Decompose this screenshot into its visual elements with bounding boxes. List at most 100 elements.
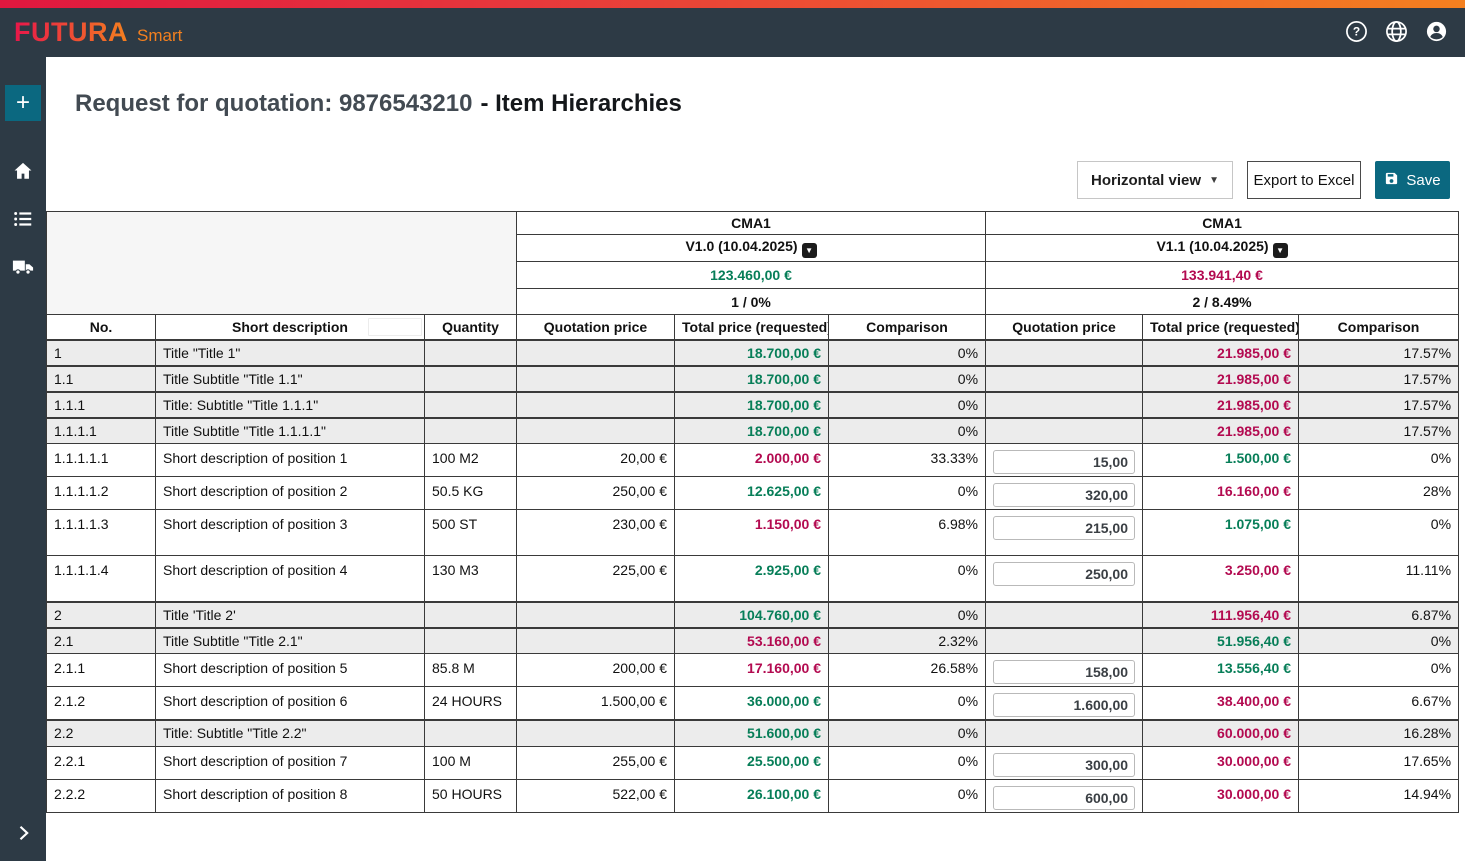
cell-quantity: 50.5 KG bbox=[425, 477, 517, 510]
short-description-filter-input[interactable] bbox=[368, 318, 422, 336]
supplier-2-version-cell: V1.1 (10.04.2025)▼ bbox=[986, 235, 1459, 262]
cell-no: 2.1.1 bbox=[47, 654, 156, 687]
help-button[interactable]: ? bbox=[1343, 20, 1369, 46]
cell-total-price-v2: 30.000,00 € bbox=[1143, 746, 1299, 779]
sidebar-expand-button[interactable] bbox=[0, 817, 46, 851]
cell-short-description: Short description of position 1 bbox=[156, 444, 425, 477]
table-header-spacer bbox=[47, 212, 517, 315]
cell-comparison-v1: 0% bbox=[829, 477, 986, 510]
position-row: 2.2.2Short description of position 850 H… bbox=[47, 779, 1459, 812]
quotation-price-input[interactable] bbox=[993, 562, 1135, 586]
cell-total-price-v2: 51.956,40 € bbox=[1143, 628, 1299, 654]
quotation-comparison-table: CMA1 CMA1 V1.0 (10.04.2025) ▼ V1.1 (10.04… bbox=[46, 211, 1459, 813]
cell-no: 1.1.1.1.4 bbox=[47, 556, 156, 602]
chevron-right-icon bbox=[13, 823, 33, 846]
col-header-total-price-v2: Total price (requested) bbox=[1143, 315, 1299, 340]
cell-comparison-v1: 33.33% bbox=[829, 444, 986, 477]
create-new-button[interactable]: + bbox=[5, 85, 41, 121]
main-content: Request for quotation: 9876543210- Item … bbox=[46, 57, 1465, 861]
account-button[interactable] bbox=[1423, 20, 1449, 46]
col-header-quotation-price-v1: Quotation price bbox=[517, 315, 675, 340]
col-header-quotation-price-v2: Quotation price bbox=[986, 315, 1143, 340]
cell-total-price-v2: 38.400,00 € bbox=[1143, 687, 1299, 721]
cell-no: 1.1.1.1 bbox=[47, 418, 156, 444]
page-title: Request for quotation: 9876543210- Item … bbox=[75, 90, 1465, 118]
export-to-excel-button[interactable]: Export to Excel bbox=[1247, 161, 1361, 199]
cell-quotation-price-v1 bbox=[517, 418, 675, 444]
quotation-price-input[interactable] bbox=[993, 753, 1135, 777]
cell-quotation-price-v2 bbox=[986, 746, 1143, 779]
cell-total-price-v1: 12.625,00 € bbox=[675, 477, 829, 510]
cell-comparison-v1: 0% bbox=[829, 720, 986, 746]
cell-total-price-v1: 1.150,00 € bbox=[675, 510, 829, 556]
language-button[interactable] bbox=[1383, 20, 1409, 46]
sidebar-item-list[interactable] bbox=[0, 205, 46, 235]
cell-quotation-price-v2 bbox=[986, 510, 1143, 556]
quotation-price-input[interactable] bbox=[993, 693, 1135, 717]
cell-quotation-price-v1: 1.500,00 € bbox=[517, 687, 675, 721]
version-dropdown-button[interactable]: ▼ bbox=[802, 243, 817, 258]
truck-icon bbox=[12, 256, 34, 281]
col-header-comparison-v2: Comparison bbox=[1299, 315, 1459, 340]
cell-short-description: Title Subtitle "Title 2.1" bbox=[156, 628, 425, 654]
save-button[interactable]: Save bbox=[1375, 161, 1450, 199]
sidebar-item-delivery[interactable] bbox=[0, 253, 46, 283]
hierarchy-title-row: 1.1Title Subtitle "Title 1.1" 18.700,00 €… bbox=[47, 366, 1459, 392]
cell-short-description: Title Subtitle "Title 1.1" bbox=[156, 366, 425, 392]
app-logo[interactable]: FUTURA Smart bbox=[14, 17, 182, 48]
hierarchy-title-row: 1.1.1Title: Subtitle "Title 1.1.1"18.700… bbox=[47, 392, 1459, 418]
col-header-total-price-v1: Total price (requested) bbox=[675, 315, 829, 340]
cell-quantity: 50 HOURS bbox=[425, 779, 517, 812]
cell-quantity bbox=[425, 392, 517, 418]
cell-no: 2.2.1 bbox=[47, 746, 156, 779]
cell-comparison-v2: 14.94% bbox=[1299, 779, 1459, 812]
cell-quantity: 85.8 M bbox=[425, 654, 517, 687]
sidebar-item-home[interactable] bbox=[0, 157, 46, 187]
cell-no: 2 bbox=[47, 602, 156, 628]
cell-quotation-price-v1: 225,00 € bbox=[517, 556, 675, 602]
cell-quantity: 24 HOURS bbox=[425, 687, 517, 721]
cell-total-price-v1: 36.000,00 € bbox=[675, 687, 829, 721]
cell-comparison-v2: 11.11% bbox=[1299, 556, 1459, 602]
supplier-2-rank: 2 / 8.49% bbox=[986, 289, 1459, 315]
cell-total-price-v1: 18.700,00 € bbox=[675, 366, 829, 392]
cell-total-price-v1: 2.000,00 € bbox=[675, 444, 829, 477]
cell-quantity bbox=[425, 602, 517, 628]
quotation-price-input[interactable] bbox=[993, 516, 1135, 540]
cell-total-price-v2: 30.000,00 € bbox=[1143, 779, 1299, 812]
hierarchy-title-row: 2Title 'Title 2'104.760,00 €0%111.956,40… bbox=[47, 602, 1459, 628]
cell-comparison-v2: 0% bbox=[1299, 654, 1459, 687]
quotation-price-input[interactable] bbox=[993, 483, 1135, 507]
cell-short-description: Short description of position 8 bbox=[156, 779, 425, 812]
cell-comparison-v2: 0% bbox=[1299, 510, 1459, 556]
home-icon bbox=[12, 160, 34, 185]
view-mode-select[interactable]: Horizontal view ▼ bbox=[1077, 161, 1233, 199]
toolbar: Horizontal view ▼ Export to Excel Save bbox=[46, 161, 1450, 199]
cell-comparison-v1: 6.98% bbox=[829, 510, 986, 556]
cell-no: 2.2.2 bbox=[47, 779, 156, 812]
plus-icon: + bbox=[16, 91, 30, 115]
cell-quotation-price-v2 bbox=[986, 602, 1143, 628]
cell-total-price-v2: 21.985,00 € bbox=[1143, 366, 1299, 392]
supplier-name-row: CMA1 CMA1 bbox=[47, 212, 1459, 235]
quotation-price-input[interactable] bbox=[993, 450, 1135, 474]
quotation-price-input[interactable] bbox=[993, 660, 1135, 684]
cell-quotation-price-v1: 522,00 € bbox=[517, 779, 675, 812]
cell-total-price-v1: 18.700,00 € bbox=[675, 418, 829, 444]
sidebar: + bbox=[0, 57, 46, 861]
cell-short-description: Short description of position 4 bbox=[156, 556, 425, 602]
cell-total-price-v1: 26.100,00 € bbox=[675, 779, 829, 812]
cell-quotation-price-v2 bbox=[986, 340, 1143, 366]
cell-comparison-v2: 17.57% bbox=[1299, 392, 1459, 418]
cell-quotation-price-v2 bbox=[986, 444, 1143, 477]
page-title-sub: - Item Hierarchies bbox=[480, 90, 681, 117]
cell-total-price-v2: 21.985,00 € bbox=[1143, 418, 1299, 444]
cell-comparison-v1: 0% bbox=[829, 392, 986, 418]
supplier-1-version: V1.0 (10.04.2025) bbox=[685, 238, 797, 254]
cell-no: 1.1 bbox=[47, 366, 156, 392]
quotation-price-input[interactable] bbox=[993, 786, 1135, 810]
cell-quantity bbox=[425, 720, 517, 746]
version-dropdown-button[interactable]: ▼ bbox=[1273, 243, 1288, 258]
list-icon bbox=[12, 208, 34, 233]
supplier-2-total: 133.941,40 € bbox=[986, 262, 1459, 289]
